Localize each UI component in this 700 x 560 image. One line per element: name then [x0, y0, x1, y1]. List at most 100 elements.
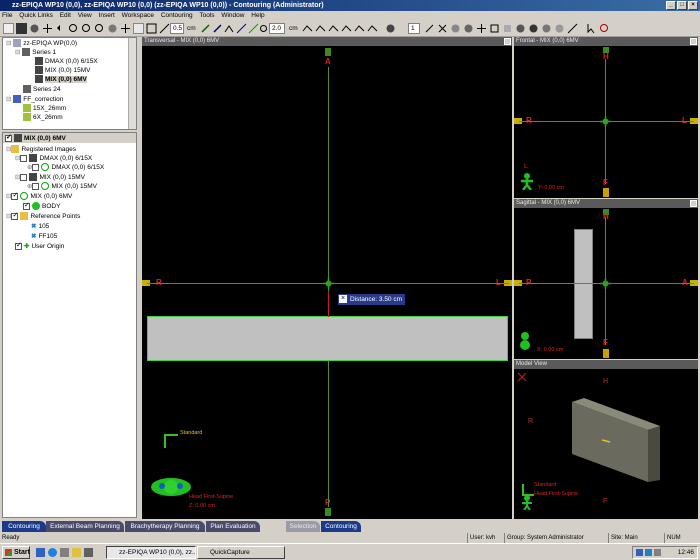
transform-icon[interactable]	[489, 23, 500, 34]
contour-tool-2-icon[interactable]	[315, 23, 326, 34]
clear-icon[interactable]	[541, 23, 552, 34]
frontal-view[interactable]: Frontal - MIX (0,0) 6MV H R L F L Y: 0.0…	[514, 37, 698, 198]
gear-icon[interactable]	[385, 23, 396, 34]
window-level-icon[interactable]	[107, 23, 118, 34]
tree-ff-6x[interactable]: 6X_26mm	[23, 113, 63, 122]
checkbox[interactable]	[11, 191, 19, 200]
tab-contouring-sub[interactable]: Contouring	[321, 521, 361, 532]
layout-icon[interactable]	[133, 23, 144, 34]
user-origin[interactable]: ✚User Origin	[15, 241, 64, 251]
tab-brachytherapy[interactable]: Brachytherapy Planning	[125, 521, 205, 532]
menu-view[interactable]: View	[78, 12, 92, 19]
tab-contouring[interactable]: Contouring	[2, 521, 46, 532]
tray-icon-3[interactable]	[654, 549, 661, 556]
brush-icon[interactable]	[200, 23, 211, 34]
maximize-view-button[interactable]	[504, 38, 511, 45]
contour-tool-1-icon[interactable]	[302, 23, 313, 34]
tree-root[interactable]: ⊟ zz-EPIQA WP(0,0)	[6, 39, 77, 48]
transversal-view[interactable]: Transversal - MIX (0,0) 6MV A P R L ×Dis…	[142, 37, 512, 519]
tray-icon-2[interactable]	[645, 549, 652, 556]
stamp-icon[interactable]	[554, 23, 565, 34]
tree-scrollbar[interactable]	[128, 38, 136, 129]
zoom-in-icon[interactable]	[68, 23, 79, 34]
spline-icon[interactable]	[224, 23, 235, 34]
phantom-sagittal-contour[interactable]	[574, 229, 593, 339]
start-button[interactable]: Start	[2, 546, 30, 559]
sagittal-view[interactable]: Sagittal - MIX (0,0) 6MV H P A F X: 0.00…	[514, 199, 698, 359]
menu-file[interactable]: File	[2, 12, 12, 19]
contour-tool-3-icon[interactable]	[328, 23, 339, 34]
model-view[interactable]: Model View H R F Standard Head First-Sup…	[514, 360, 698, 519]
save-icon[interactable]	[16, 23, 27, 34]
pan-icon[interactable]	[42, 23, 53, 34]
tree-series24[interactable]: Series 24	[23, 85, 60, 94]
quicklaunch-icon[interactable]	[60, 548, 69, 557]
tab-external-beam[interactable]: External Beam Planning	[46, 521, 124, 532]
tab-selection[interactable]: Selection	[286, 521, 320, 532]
menu-insert[interactable]: Insert	[99, 12, 115, 19]
close-icon[interactable]: ×	[339, 295, 347, 304]
folder-icon[interactable]	[72, 548, 81, 557]
menu-quick-links[interactable]: Quick Links	[19, 12, 53, 19]
close-button[interactable]: ×	[688, 1, 698, 10]
contour-tool-4-icon[interactable]	[341, 23, 352, 34]
tree-ff-15x[interactable]: 15X_26mm	[23, 104, 66, 113]
checkbox[interactable]	[15, 241, 22, 250]
scissors-icon[interactable]	[437, 23, 448, 34]
registered-images[interactable]: ⊟ Registered Images	[6, 145, 76, 154]
structure-set[interactable]: ⊟MIX (0,0) 6MV	[6, 191, 72, 201]
menu-edit[interactable]: Edit	[60, 12, 71, 19]
tree-item-mix15[interactable]: MIX (0,0) 15MV	[35, 66, 91, 75]
refpoint-105[interactable]: ✖ 105	[31, 222, 49, 231]
checkbox[interactable]	[20, 154, 28, 162]
task-quickcapture[interactable]: QuickCapture	[197, 546, 285, 559]
structure-header-label[interactable]: MIX (0,0) 6MV	[5, 133, 66, 143]
checkbox[interactable]	[32, 163, 40, 171]
tray-icon-1[interactable]	[636, 549, 643, 556]
expand-icon[interactable]	[476, 23, 487, 34]
brush-size-input[interactable]: 2.0	[269, 23, 285, 34]
reg-mix15-child[interactable]: ⊕ MIX (0,0) 15MV	[27, 182, 97, 191]
checkbox[interactable]	[23, 201, 30, 210]
ruler-icon[interactable]	[159, 23, 170, 34]
zoom-out-icon[interactable]	[81, 23, 92, 34]
zoom-step-input[interactable]: 0.5	[170, 23, 184, 34]
crosshair-icon[interactable]	[120, 23, 131, 34]
menu-help[interactable]: Help	[251, 12, 264, 19]
zoom-region-icon[interactable]	[599, 23, 610, 34]
brush-tool-icon[interactable]	[424, 23, 435, 34]
boolean-icon[interactable]	[450, 23, 461, 34]
contour-tool-5-icon[interactable]	[354, 23, 365, 34]
tree-item-mix6[interactable]: MIX (0,0) 6MV	[35, 75, 87, 84]
menu-window[interactable]: Window	[221, 12, 244, 19]
fill-icon[interactable]	[515, 23, 526, 34]
tree-item-dmax[interactable]: DMAX (0,0) 6/15X	[35, 57, 98, 66]
phantom-body-contour[interactable]	[147, 316, 508, 361]
smooth-icon[interactable]	[463, 23, 474, 34]
reference-points[interactable]: ⊟Reference Points	[6, 211, 80, 221]
checkbox[interactable]	[32, 182, 40, 190]
lasso-icon[interactable]	[212, 23, 223, 34]
checkbox[interactable]	[20, 173, 28, 181]
menu-contouring[interactable]: Contouring	[161, 12, 193, 19]
grid-icon[interactable]	[146, 23, 157, 34]
menu-tools[interactable]: Tools	[199, 12, 214, 19]
pointer-icon[interactable]	[586, 23, 597, 34]
reset-view-icon[interactable]	[517, 372, 527, 382]
margin-icon[interactable]	[258, 23, 269, 34]
undo-icon[interactable]	[55, 23, 66, 34]
copy-icon[interactable]	[502, 23, 513, 34]
reg-dmax[interactable]: ⊟ DMAX (0,0) 6/15X	[15, 154, 92, 163]
maximize-button[interactable]: □	[677, 1, 687, 10]
app-icon[interactable]	[84, 548, 93, 557]
checkbox[interactable]	[11, 211, 19, 220]
zoom-fit-icon[interactable]	[94, 23, 105, 34]
refpoint-ff105[interactable]: ✖ FF105	[31, 232, 57, 241]
menu-workspace[interactable]: Workspace	[122, 12, 154, 19]
new-icon[interactable]	[3, 23, 14, 34]
reg-mix15[interactable]: ⊟ MIX (0,0) 15MV	[15, 173, 85, 182]
slice-input[interactable]: 1	[408, 23, 420, 34]
maximize-view-button[interactable]	[690, 38, 697, 45]
contour-tool-6-icon[interactable]	[367, 23, 378, 34]
reg-dmax-child[interactable]: ⊕ DMAX (0,0) 6/15X	[27, 163, 104, 172]
